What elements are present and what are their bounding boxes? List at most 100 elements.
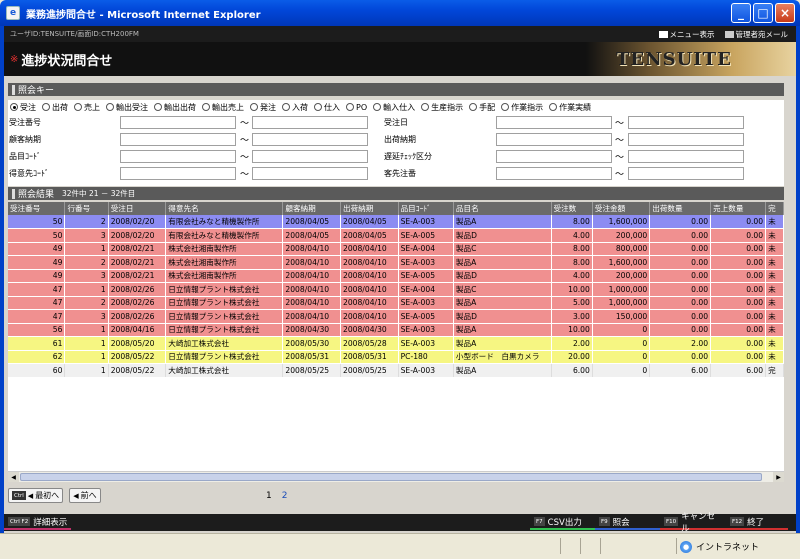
radio-option[interactable]: PO [346,103,367,112]
table-cell: 2008/04/05 [282,228,341,243]
radio-circle-icon[interactable] [373,103,382,111]
table-row[interactable]: 56 1 2008/04/16 日立情報プラント株式会社 2008/04/30 2008/… [8,323,784,337]
cancel-button[interactable]: F10 キャンセル [660,512,726,534]
table-row[interactable]: 50 2 2008/02/20 有限会社みなと精機製作所 2008/04/05 2008/… [8,215,784,229]
close-button[interactable]: × [775,3,795,23]
radio-circle-icon[interactable] [42,103,50,111]
radio-option[interactable]: 作業実績 [549,102,591,113]
delay-check-from-input[interactable] [496,150,612,163]
column-header[interactable]: 受注数 [551,202,593,215]
table-cell: 日立情報プラント株式会社 [165,323,284,337]
radio-option[interactable]: 輸出売上 [202,102,244,113]
order-number-from-input[interactable] [120,116,236,129]
item-code-from-input[interactable] [120,150,236,163]
radio-circle-icon[interactable] [469,103,478,111]
column-header[interactable]: 受注金額 [592,202,651,215]
column-header[interactable]: 行番号 [64,202,109,215]
column-header[interactable]: 受注日 [108,202,167,215]
table-row[interactable]: 49 2 2008/02/21 株式会社湘南製作所 2008/04/10 2008/04/… [8,255,784,270]
radio-circle-icon[interactable] [282,103,290,111]
radio-option[interactable]: 生産指示 [421,102,463,113]
menu-link[interactable]: メニュー表示 [658,29,715,40]
delay-check-to-input[interactable] [628,150,744,163]
radio-option[interactable]: 出荷 [42,102,68,113]
radio-option[interactable]: 発注 [250,102,276,113]
table-row[interactable]: 60 1 2008/05/22 大崎加工株式会社 2008/05/25 2008/05/2… [8,363,784,378]
customer-code-from-input[interactable] [120,167,236,180]
ship-due-from-input[interactable] [496,133,612,146]
order-date-from-input[interactable] [496,116,612,129]
ship-due-to-input[interactable] [628,133,744,146]
minimize-button[interactable]: _ [731,3,751,23]
column-header[interactable]: 品目ｺｰﾄﾞ [398,202,454,215]
detail-view-button[interactable]: Ctrl F2 詳細表示 [4,515,72,530]
radio-circle-icon[interactable] [154,103,162,111]
radio-option[interactable]: 手配 [469,102,495,113]
column-header[interactable]: 品目名 [453,202,552,215]
customer-po-from-input[interactable] [496,167,612,180]
table-cell: 2008/05/30 [282,336,341,351]
table-cell: 2008/05/20 [108,336,167,351]
table-cell: 1 [64,363,109,378]
column-header[interactable]: 受注番号 [8,202,66,215]
radio-circle-icon[interactable] [501,103,510,111]
radio-option[interactable]: 仕入 [314,102,340,113]
radio-option[interactable]: 輸入仕入 [373,102,415,113]
radio-option[interactable]: 作業指示 [501,102,543,113]
column-header[interactable]: 完 [765,202,784,215]
radio-circle-icon[interactable] [106,103,114,111]
scroll-left-icon[interactable]: ◀ [8,472,19,482]
item-code-to-input[interactable] [252,150,368,163]
table-row[interactable]: 49 3 2008/02/21 株式会社湘南製作所 2008/04/10 2008/04/… [8,269,784,283]
column-header[interactable]: 得意先名 [165,202,284,215]
customer-due-to-input[interactable] [252,133,368,146]
radio-option[interactable]: 入荷 [282,102,308,113]
horizontal-scrollbar[interactable]: ◀ ▶ [8,471,784,482]
page-link-2[interactable]: 2 [282,491,288,501]
radio-circle-icon[interactable] [74,103,82,111]
table-row[interactable]: 61 1 2008/05/20 大崎加工株式会社 2008/05/30 2008/05/2… [8,336,784,351]
page-link-1[interactable]: 1 [266,491,272,501]
table-row[interactable]: 47 1 2008/02/26 日立情報プラント株式会社 2008/04/10 2008/… [8,282,784,297]
radio-circle-icon[interactable] [314,103,322,111]
radio-circle-icon[interactable] [250,103,258,111]
table-row[interactable]: 47 2 2008/02/26 日立情報プラント株式会社 2008/04/10 2008/… [8,296,784,310]
prev-page-button[interactable]: ◀ 前へ [69,488,101,503]
customer-po-to-input[interactable] [628,167,744,180]
radio-circle-icon[interactable] [346,103,354,111]
radio-option[interactable]: 売上 [74,102,100,113]
column-header[interactable]: 出荷納期 [340,202,399,215]
scrollbar-thumb[interactable] [20,473,762,481]
table-row[interactable]: 49 1 2008/02/21 株式会社湘南製作所 2008/04/10 2008/04/… [8,242,784,256]
table-row[interactable]: 47 3 2008/02/26 日立情報プラント株式会社 2008/04/10 2008/… [8,309,784,324]
exit-button[interactable]: F12 終了 [726,515,788,530]
table-cell: 0.00 [710,228,767,243]
table-cell: 0.00 [710,309,767,324]
order-number-to-input[interactable] [252,116,368,129]
customer-code-to-input[interactable] [252,167,368,180]
customer-due-from-input[interactable] [120,133,236,146]
maximize-button[interactable]: □ [753,3,773,23]
radio-label: 輸入仕入 [383,102,416,112]
table-cell: SE-A-004 [398,242,454,256]
radio-circle-icon[interactable] [10,103,18,111]
radio-circle-icon[interactable] [202,103,210,111]
inquiry-button[interactable]: F9 照会 [595,515,660,530]
scroll-right-icon[interactable]: ▶ [773,472,784,482]
radio-option[interactable]: 輸出出荷 [154,102,196,113]
table-row[interactable]: 50 3 2008/02/20 有限会社みなと精機製作所 2008/04/05 2008/… [8,228,784,243]
table-cell: 2.00 [551,336,593,351]
column-header[interactable]: 出荷数量 [649,202,712,215]
radio-option[interactable]: 輸出受注 [106,102,148,113]
radio-option[interactable]: 受注 [10,102,36,113]
order-date-to-input[interactable] [628,116,744,129]
csv-export-button[interactable]: F7 CSV出力 [530,515,595,530]
table-row[interactable]: 62 1 2008/05/22 日立情報プラント株式会社 2008/05/31 2008/… [8,350,784,364]
radio-circle-icon[interactable] [421,103,430,111]
table-cell: 製品C [453,282,552,297]
first-page-button[interactable]: Ctrl ◀ 最初へ [8,488,64,503]
radio-circle-icon[interactable] [549,103,558,111]
admin-mail-link[interactable]: 管理者宛メール [724,29,788,40]
column-header[interactable]: 売上数量 [710,202,767,215]
column-header[interactable]: 顧客納期 [282,202,341,215]
